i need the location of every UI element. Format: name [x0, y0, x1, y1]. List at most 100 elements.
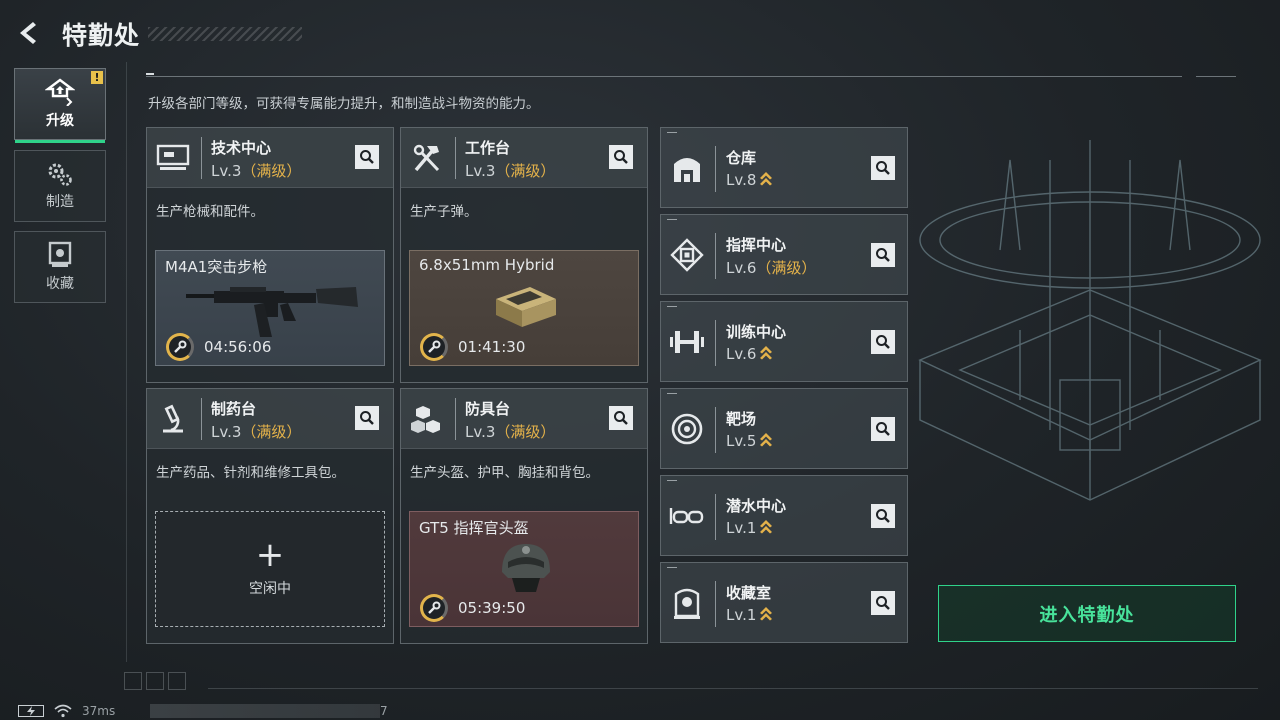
workstation-icon — [155, 140, 191, 176]
facility-level: Lv.8 — [726, 170, 773, 189]
search-icon — [614, 150, 628, 164]
facility-card-workbench[interactable]: 工作台 Lv.3（满级） 生产子弹。 6.8x51mm Hybrid 01:41… — [400, 127, 648, 383]
facility-card-tech-center[interactable]: 技术中心 Lv.3（满级） 生产枪械和配件。 M4A1突击步枪 04:56:06 — [146, 127, 394, 383]
tab-craft[interactable]: 制造 — [14, 150, 106, 222]
base-schematic-illustration — [918, 140, 1262, 501]
separator — [715, 146, 716, 192]
facility-name: 技术中心 — [211, 139, 272, 157]
bottom-divider — [208, 688, 1258, 689]
production-slot[interactable]: M4A1突击步枪 04:56:06 — [155, 250, 385, 366]
card-header: 工作台 Lv.3（满级） — [401, 128, 647, 188]
upgrade-available-icon — [760, 520, 773, 534]
inspect-button[interactable] — [355, 406, 379, 430]
facility-item-warehouse[interactable]: 仓库 Lv.8 — [660, 127, 908, 208]
inspect-button[interactable] — [609, 145, 633, 169]
ammo-box-image — [496, 287, 556, 327]
facility-level: Lv.3（满级） — [465, 162, 556, 180]
title-decoration — [148, 27, 302, 41]
tab-craft-label: 制造 — [46, 194, 74, 210]
collection-icon — [669, 583, 705, 623]
card-header: 防具台 Lv.3（满级） — [401, 389, 647, 449]
sidebar-divider — [126, 62, 127, 662]
warehouse-icon — [669, 148, 705, 188]
production-timer: 04:56:06 — [204, 338, 272, 356]
facility-name: 防具台 — [465, 400, 511, 418]
facility-name: 指挥中心 — [726, 236, 787, 254]
facility-level: Lv.3（满级） — [211, 423, 302, 441]
search-icon — [360, 411, 374, 425]
inspect-button[interactable] — [871, 156, 895, 180]
facility-description: 生产子弹。 — [410, 204, 478, 220]
divider-mark — [146, 73, 154, 75]
tab-collection[interactable]: 收藏 — [14, 231, 106, 303]
tab-collection-label: 收藏 — [46, 276, 74, 292]
facility-level: Lv.3（满级） — [211, 162, 302, 180]
enter-special-ops-button[interactable]: 进入特勤处 — [938, 585, 1236, 642]
add-icon: + — [255, 535, 285, 575]
separator — [715, 494, 716, 540]
production-item-name: GT5 指挥官头盔 — [419, 519, 529, 537]
production-item-name: M4A1突击步枪 — [165, 258, 268, 276]
facility-item-training-center[interactable]: 训练中心 Lv.6 — [660, 301, 908, 382]
inspect-button[interactable] — [871, 243, 895, 267]
production-slot[interactable]: 6.8x51mm Hybrid 01:41:30 — [409, 250, 639, 366]
page-title: 特勤处 — [62, 21, 141, 50]
tab-upgrade[interactable]: ! 升级 — [14, 68, 106, 143]
facility-name: 训练中心 — [726, 323, 787, 341]
search-icon — [614, 411, 628, 425]
upgrade-available-icon — [760, 433, 773, 447]
back-arrow-icon — [20, 22, 36, 44]
search-icon — [876, 248, 890, 262]
microscope-icon — [155, 401, 191, 437]
wifi-icon — [54, 704, 72, 718]
facility-level: Lv.1 — [726, 518, 773, 537]
facility-description: 生产枪械和配件。 — [156, 204, 264, 220]
facility-level: Lv.5 — [726, 431, 773, 450]
inspect-button[interactable] — [871, 417, 895, 441]
facility-name: 潜水中心 — [726, 497, 787, 515]
upgrade-available-icon — [760, 346, 773, 360]
facility-description: 生产头盔、护甲、胸挂和背包。 — [410, 465, 599, 481]
armor-cubes-icon — [409, 401, 445, 437]
production-timer: 05:39:50 — [458, 599, 526, 617]
page-description: 升级各部门等级，可获得专属能力提升，和制造战斗物资的能力。 — [148, 96, 540, 112]
facility-level: Lv.1 — [726, 605, 773, 624]
divider — [146, 76, 1182, 77]
production-slot[interactable]: GT5 指挥官头盔 05:39:50 — [409, 511, 639, 627]
facility-item-command-center[interactable]: 指挥中心 Lv.6（满级） — [660, 214, 908, 295]
upgrade-available-icon — [760, 607, 773, 621]
facility-item-shooting-range[interactable]: 靶场 Lv.5 — [660, 388, 908, 469]
search-icon — [360, 150, 374, 164]
inspect-button[interactable] — [871, 330, 895, 354]
facility-description: 生产药品、针剂和维修工具包。 — [156, 465, 345, 481]
gears-icon — [48, 163, 72, 186]
facility-card-armor-bench[interactable]: 防具台 Lv.3（满级） 生产头盔、护甲、胸挂和背包。 GT5 指挥官头盔 05… — [400, 388, 648, 644]
status-bar: 37ms — [18, 704, 115, 718]
wrench-timer-icon — [420, 594, 448, 622]
inspect-button[interactable] — [871, 591, 895, 615]
search-icon — [876, 509, 890, 523]
facility-name: 制药台 — [211, 400, 257, 418]
production-item-name: 6.8x51mm Hybrid — [419, 256, 555, 274]
search-icon — [876, 422, 890, 436]
search-icon — [876, 596, 890, 610]
facility-item-collection-room[interactable]: 收藏室 Lv.1 — [660, 562, 908, 643]
inspect-button[interactable] — [355, 145, 379, 169]
idle-production-slot[interactable]: + 空闲中 — [155, 511, 385, 627]
inspect-button[interactable] — [609, 406, 633, 430]
wrench-timer-icon — [420, 333, 448, 361]
target-icon — [669, 409, 705, 449]
upgrade-available-icon — [760, 172, 773, 186]
facility-card-pharmacy[interactable]: 制药台 Lv.3（满级） 生产药品、针剂和维修工具包。 + 空闲中 — [146, 388, 394, 644]
tab-upgrade-label: 升级 — [46, 113, 74, 129]
inspect-button[interactable] — [871, 504, 895, 528]
back-button[interactable] — [14, 18, 44, 48]
separator — [715, 581, 716, 627]
idle-label: 空闲中 — [249, 581, 291, 597]
wrench-timer-icon — [166, 333, 194, 361]
separator — [455, 398, 456, 440]
facility-level: Lv.3（满级） — [465, 423, 556, 441]
facility-name: 收藏室 — [726, 584, 772, 602]
facility-item-diving-center[interactable]: 潜水中心 Lv.1 — [660, 475, 908, 556]
divider — [1196, 76, 1236, 77]
